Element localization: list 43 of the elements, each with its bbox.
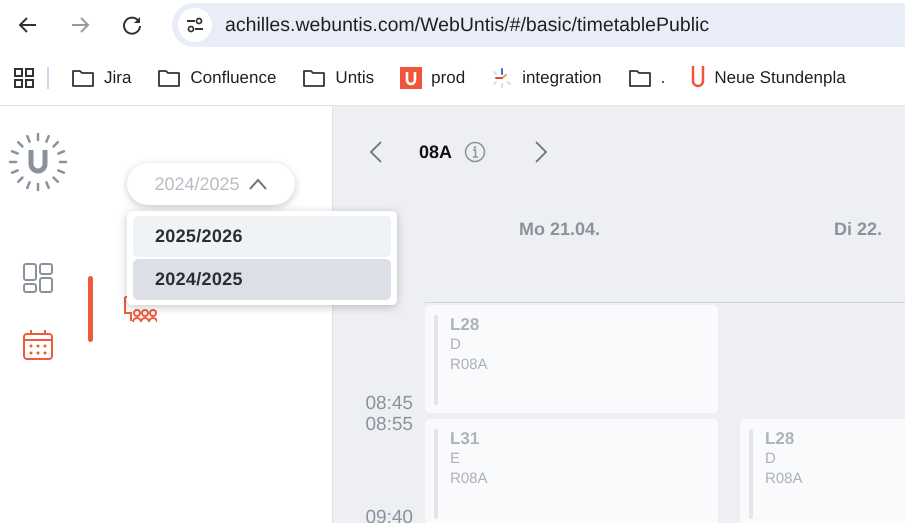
folder-icon (71, 68, 95, 88)
caret-icon (248, 178, 268, 190)
teacher-code: L28 (450, 315, 480, 335)
end-time: 09:40 (365, 508, 413, 523)
folder-icon (302, 68, 326, 88)
settings-icon[interactable] (185, 16, 205, 34)
teacher-code: L28 (765, 429, 796, 449)
room: R08A (765, 469, 803, 489)
dropdown-option[interactable]: 2024/2025 (133, 259, 391, 300)
start-time: 08:55 (365, 415, 413, 434)
logo-icon (8, 132, 68, 192)
subject: D (450, 335, 462, 355)
bookmark[interactable]: Confluence (157, 68, 276, 88)
spinner-icon (491, 66, 514, 88)
bookmark[interactable]: Jira (71, 68, 132, 88)
day-header: Di 22. (833, 218, 884, 241)
dropdown-option[interactable]: 2025/2026 (133, 216, 391, 257)
apps-icon[interactable] (13, 66, 35, 88)
folder-icon (628, 68, 652, 88)
subject: E (450, 449, 462, 469)
subject: D (765, 449, 777, 469)
bookmark[interactable]: integration (491, 66, 602, 88)
next-icon[interactable] (534, 140, 548, 164)
calendar-icon[interactable] (22, 329, 54, 361)
room: R08A (450, 355, 488, 375)
dashboard-icon[interactable] (22, 262, 54, 294)
end-time: 08:45 (365, 394, 413, 413)
bookmark[interactable]: Neue Stundenpla (691, 64, 846, 90)
bookmark[interactable]: prod (400, 66, 466, 88)
forward-icon[interactable] (70, 15, 90, 35)
day-header: Mo 21.04. (518, 218, 602, 241)
info-icon[interactable] (464, 141, 486, 163)
reload-icon[interactable] (122, 15, 142, 35)
previous-icon[interactable] (369, 140, 383, 164)
bookmark[interactable]: . (628, 68, 666, 88)
room: R08A (450, 469, 488, 489)
logo-icon (400, 66, 422, 88)
back-icon[interactable] (18, 15, 38, 35)
class-name: 08A (419, 142, 452, 162)
teacher-code: L31 (450, 429, 480, 449)
address-bar[interactable]: achilles.webuntis.com/WebUntis/#/basic/timetablePublic (172, 3, 905, 47)
folder-icon (157, 68, 182, 88)
bookmark[interactable]: Untis (302, 68, 374, 88)
